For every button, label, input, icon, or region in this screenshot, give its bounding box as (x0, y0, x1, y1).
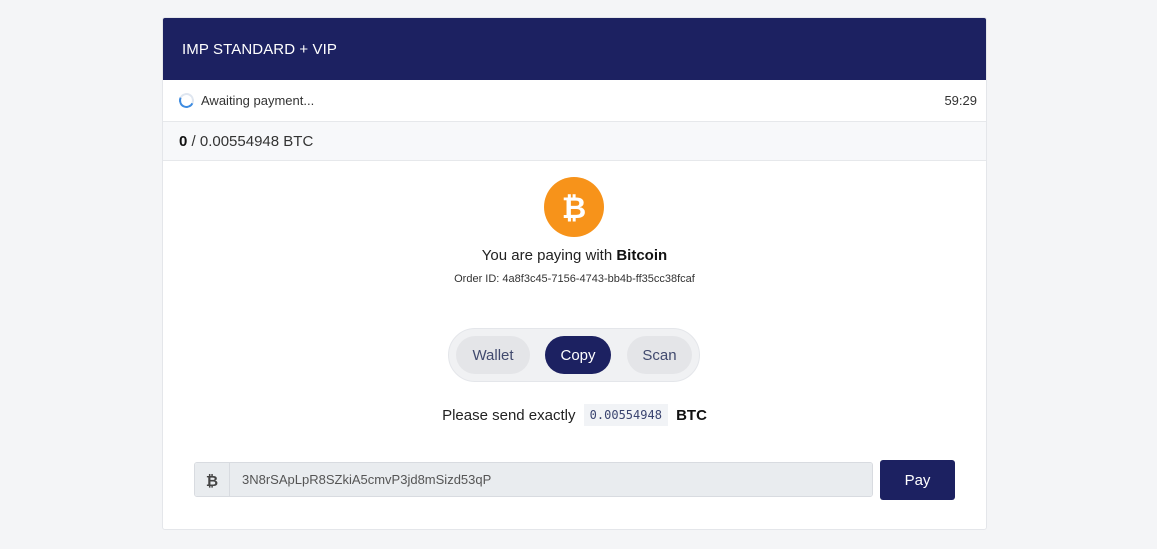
address-input[interactable] (230, 463, 872, 496)
spinner-icon (176, 90, 197, 111)
svg-text:₿: ₿ (206, 472, 218, 488)
status-indicator: Awaiting payment... (176, 90, 315, 111)
send-instruction: Please send exactly 0.00554948 BTC (163, 404, 986, 426)
bitcoin-icon: ₿ (562, 191, 586, 225)
tab-copy[interactable]: Copy (545, 336, 611, 374)
tab-scan[interactable]: Scan (627, 336, 692, 374)
tab-wallet[interactable]: Wallet (456, 336, 530, 374)
send-prefix: Please send exactly (442, 407, 576, 424)
amount-total: 0.00554948 BTC (199, 132, 314, 150)
amount-progress: 0 / 0.00554948 BTC (163, 122, 986, 161)
order-id: Order ID: 4a8f3c45-7156-4743-bb4b-ff35cc… (454, 273, 695, 285)
product-title: IMP STANDARD + VIP (182, 40, 338, 58)
send-amount[interactable]: 0.00554948 (583, 404, 668, 426)
amount-paid: 0 (179, 132, 188, 150)
pay-button[interactable]: Pay (880, 460, 955, 500)
payment-method-tabs: Wallet Copy Scan (448, 328, 700, 382)
address-prefix: ₿ (195, 463, 230, 496)
currency-name: Bitcoin (616, 247, 668, 264)
paying-with-label: You are paying with (481, 247, 617, 264)
send-unit: BTC (676, 407, 707, 424)
bitcoin-icon: ₿ (206, 472, 218, 488)
status-bar: Awaiting payment... 59:29 (163, 80, 986, 122)
payment-body: ₿ You are paying with Bitcoin Order ID: … (163, 161, 986, 529)
payment-card: IMP STANDARD + VIP Awaiting payment... 5… (162, 17, 987, 530)
status-text: Awaiting payment... (201, 93, 315, 108)
payment-header: IMP STANDARD + VIP (163, 18, 986, 80)
amount-separator: / (187, 132, 200, 150)
paying-with-text: You are paying with Bitcoin (163, 247, 986, 264)
bitcoin-logo-icon: ₿ (544, 177, 604, 237)
address-field-group: ₿ (194, 462, 873, 497)
countdown-timer: 59:29 (944, 93, 977, 108)
svg-text:₿: ₿ (562, 191, 586, 225)
